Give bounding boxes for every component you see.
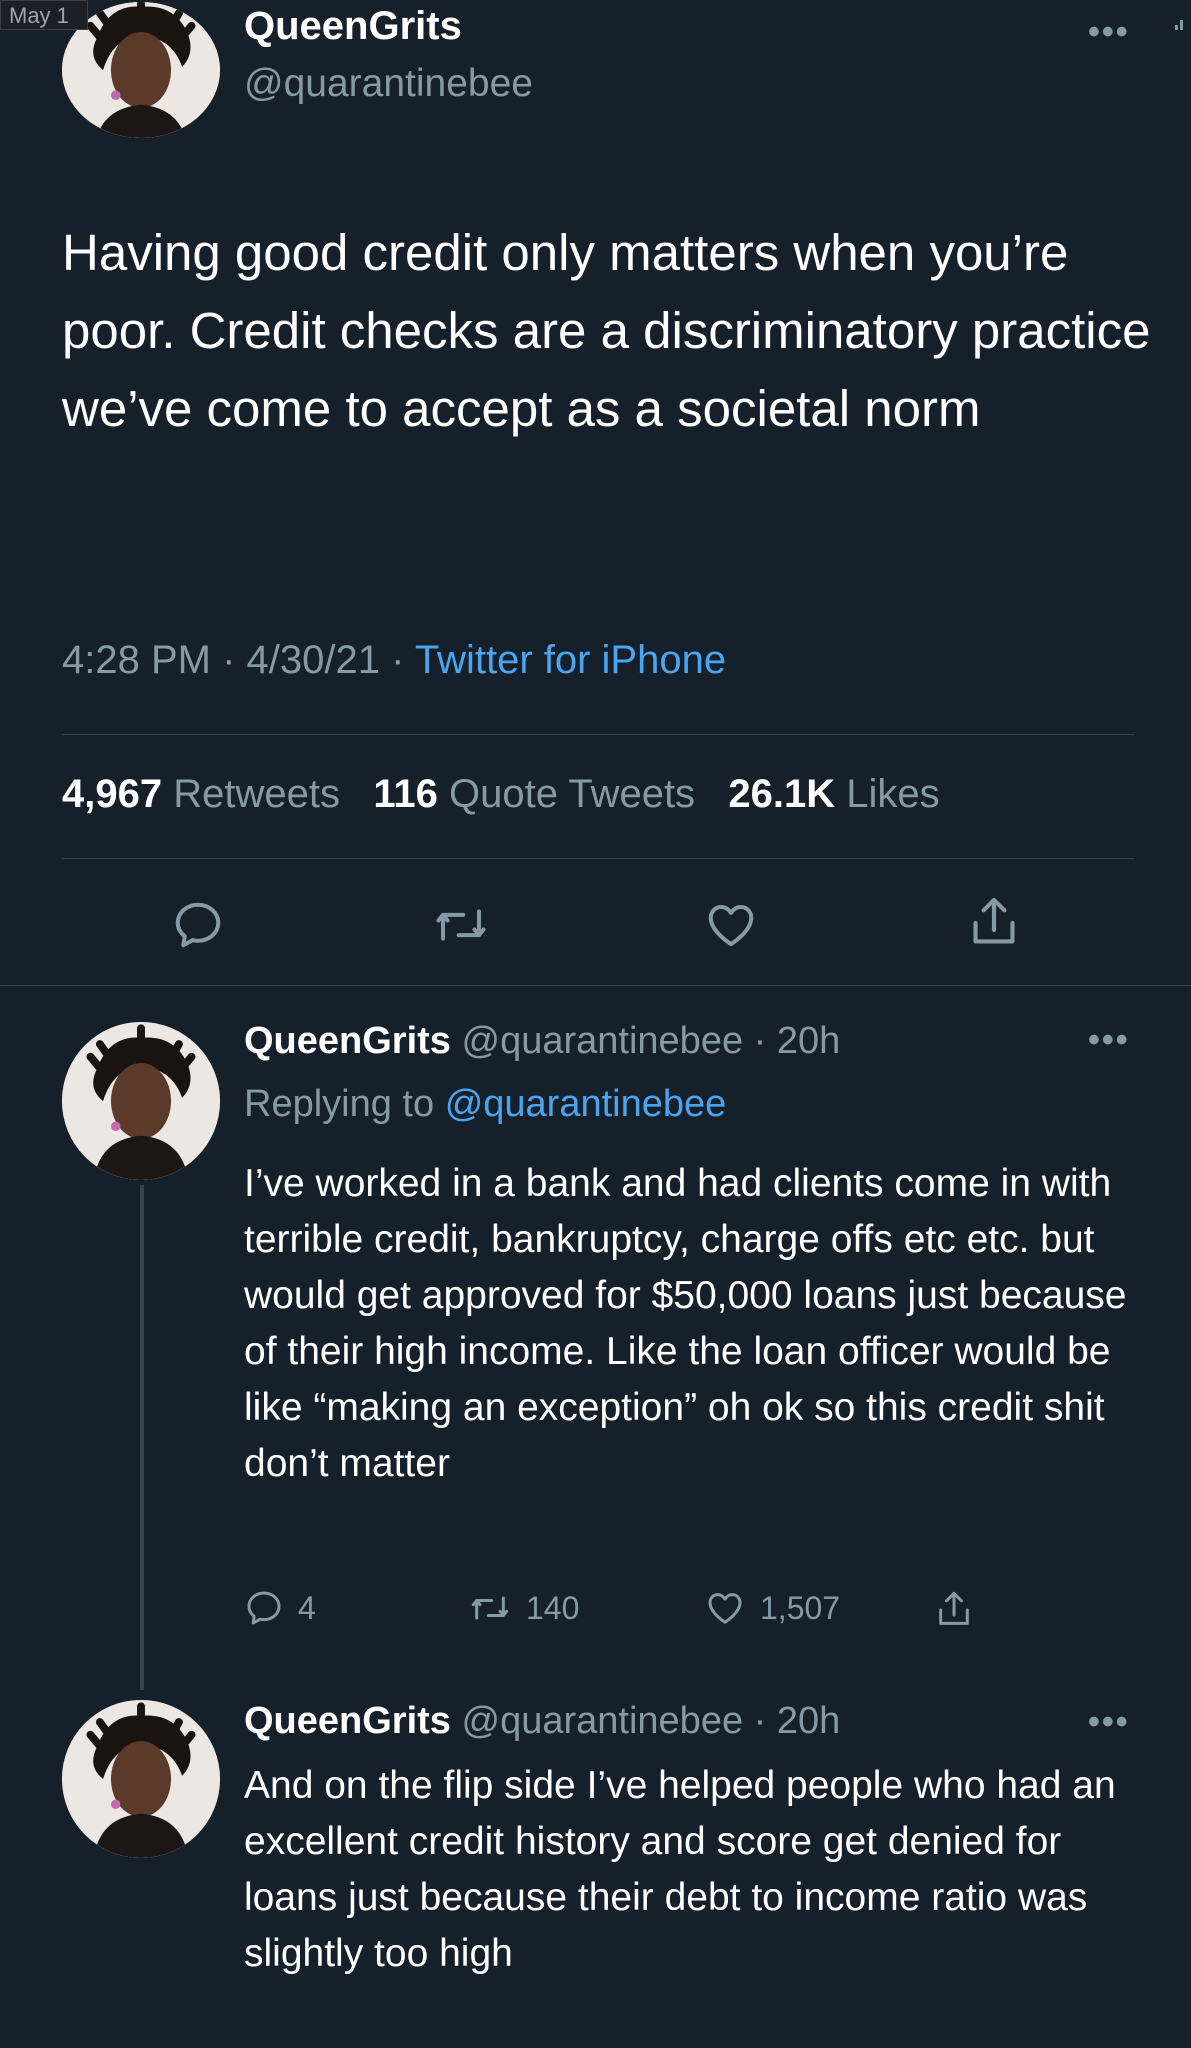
reply-header: QueenGrits @quarantinebee · 20h — [244, 1020, 841, 1062]
tweet-source-link[interactable]: Twitter for iPhone — [415, 638, 726, 682]
more-options-icon[interactable]: ••• — [1088, 1023, 1130, 1057]
more-options-icon[interactable]: ••• — [1088, 1705, 1130, 1739]
retweet-count: 140 — [526, 1589, 580, 1626]
replying-to: Replying to @quarantinebee — [244, 1083, 727, 1125]
quote-tweets-stat[interactable]: 116 Quote Tweets — [373, 772, 695, 816]
display-name[interactable]: QueenGrits — [244, 1700, 451, 1742]
user-handle[interactable]: @quarantinebee — [462, 1020, 744, 1062]
user-handle[interactable]: @quarantinebee — [244, 62, 533, 106]
reply-header: QueenGrits @quarantinebee · 20h — [244, 1700, 841, 1742]
reply-text: I’ve worked in a bank and had clients co… — [244, 1162, 1127, 1485]
like-button[interactable]: 1,507 — [704, 1588, 840, 1628]
reply-icon — [247, 1591, 281, 1625]
divider — [0, 985, 1191, 986]
like-icon[interactable] — [703, 898, 759, 952]
tweet-meta: 4:28 PM · 4/30/21 · Twitter for iPhone — [62, 638, 727, 682]
retweet-icon — [471, 1596, 509, 1620]
tweet-age: 20h — [776, 1020, 841, 1062]
reply-count: 4 — [298, 1589, 316, 1626]
more-options-icon[interactable]: ••• — [1088, 15, 1130, 49]
like-count: 1,507 — [760, 1589, 841, 1626]
mention-link[interactable]: @quarantinebee — [445, 1083, 727, 1125]
share-button[interactable] — [934, 1588, 974, 1632]
likes-stat[interactable]: 26.1K Likes — [728, 772, 939, 816]
display-name[interactable]: QueenGrits — [244, 1020, 451, 1062]
tweet-age: 20h — [776, 1700, 841, 1742]
user-handle[interactable]: @quarantinebee — [462, 1700, 744, 1742]
avatar[interactable] — [62, 1022, 220, 1180]
avatar[interactable] — [62, 1700, 220, 1858]
retweet-icon[interactable] — [431, 898, 491, 952]
status-bar-date: May 1 — [0, 0, 88, 30]
divider — [62, 734, 1134, 735]
retweets-stat[interactable]: 4,967 Retweets — [62, 772, 340, 816]
tweet-time: 4:28 PM — [62, 638, 211, 682]
tweet-stats: 4,967 Retweets 116 Quote Tweets 26.1K Li… — [62, 772, 940, 817]
thread-connector-line — [140, 1185, 144, 1690]
display-name[interactable]: QueenGrits — [244, 4, 462, 49]
retweet-button[interactable]: 140 — [468, 1588, 579, 1628]
share-icon[interactable] — [966, 893, 1022, 953]
share-icon — [939, 1591, 969, 1625]
reply-button[interactable]: 4 — [244, 1588, 316, 1628]
tweet-text: Having good credit only matters when you… — [62, 224, 1151, 437]
tweet-date: 4/30/21 — [246, 638, 380, 682]
reply-text: And on the flip side I’ve helped people … — [244, 1764, 1116, 1975]
reply-actions: 4 140 1,507 — [244, 1588, 1004, 1638]
reply-icon[interactable] — [171, 898, 225, 952]
divider — [62, 858, 1134, 859]
signal-icon — [1175, 18, 1185, 30]
like-icon — [708, 1593, 742, 1624]
